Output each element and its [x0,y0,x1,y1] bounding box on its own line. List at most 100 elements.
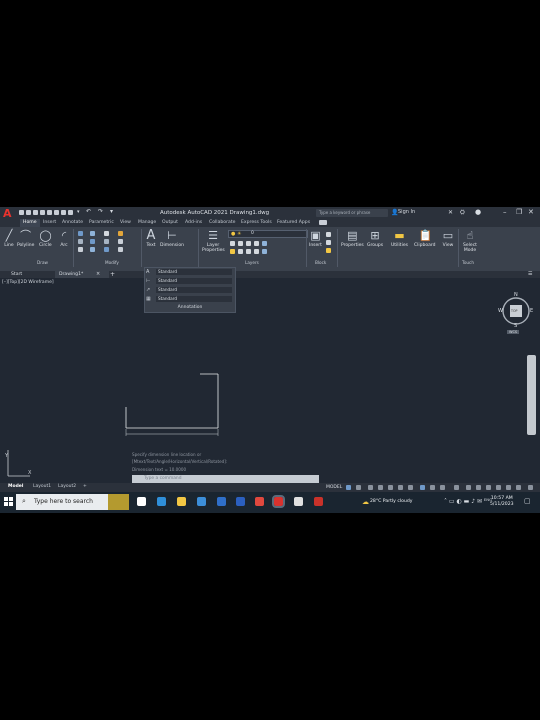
text-style-row[interactable]: A Standard [146,269,232,276]
create-block-icon[interactable] [326,232,331,237]
chrome-icon[interactable] [255,497,264,506]
circle-tool[interactable]: ◯ Circle [39,230,52,249]
dimension-tool[interactable]: ⊢ Dimension [160,230,184,249]
autocad-logo-icon[interactable]: A [3,208,13,219]
rotate-icon[interactable] [90,231,95,236]
insert-tool[interactable]: ▣ Insert [309,230,322,249]
redo-icon[interactable]: ↷ [98,208,103,215]
compass-west[interactable]: W [498,308,503,314]
text-style-value[interactable]: Standard [156,269,232,275]
edge-icon[interactable] [157,497,166,506]
object-snap-icon[interactable] [408,485,413,490]
windows-start-icon[interactable] [4,497,13,506]
word-icon[interactable] [236,497,245,506]
tab-layout2[interactable]: Layout2 [58,484,76,489]
graphics-performance-icon[interactable] [516,485,521,490]
scale-icon[interactable] [90,247,95,252]
help-icon[interactable]: ⛭ [460,209,465,217]
lock-ui-icon[interactable] [496,485,501,490]
offset-icon[interactable] [118,247,123,252]
more-icon[interactable]: ▾ [110,208,113,215]
object-snap-tracking-icon[interactable] [398,485,403,490]
autocad-taskbar-icon[interactable] [272,495,285,508]
share-icon[interactable] [68,210,73,215]
layer-tool-icon[interactable] [254,241,259,246]
line-tool[interactable]: ╱ Line [3,230,15,249]
layer-tool-icon[interactable] [246,249,251,254]
restore-button[interactable]: ❐ [516,208,522,216]
undo-icon[interactable]: ↶ [86,208,91,215]
sign-in-button[interactable]: Sign In [398,209,415,215]
annotation-panel-title[interactable]: Annotation [145,304,235,311]
layer-dropdown[interactable]: ● ☀ 0 [228,230,308,238]
tab-layout1[interactable]: Layout1 [33,484,51,489]
touch-group-label[interactable]: Touch [462,260,474,265]
layer-tool-icon[interactable] [262,249,267,254]
layer-tool-icon[interactable] [238,249,243,254]
tab-output[interactable]: Output [162,220,178,225]
isodraft-icon[interactable] [388,485,393,490]
select-mode-tool[interactable]: ☝ Select Mode [461,230,479,254]
grid-icon[interactable] [346,485,351,490]
viewport-controls-label[interactable]: [–][Top][2D Wireframe] [2,280,54,285]
tab-home[interactable]: Home [20,219,40,227]
erase-icon[interactable] [118,231,123,236]
new-layout-button[interactable]: + [83,484,87,489]
multileader-style-value[interactable]: Standard [156,287,232,293]
stretch-icon[interactable] [78,247,83,252]
new-file-icon[interactable] [19,210,24,215]
help-circle-icon[interactable]: ● [475,208,481,216]
utilities-tool[interactable]: ▬ Utilities [391,230,408,249]
table-style-value[interactable]: Standard [156,296,232,302]
tab-view[interactable]: View [120,220,131,225]
taskbar-clock[interactable]: 10:57 AM 5/11/2023 [490,496,514,508]
copy-icon[interactable] [78,239,83,244]
ribbon-toggle-icon[interactable] [319,220,327,225]
wcs-menu[interactable]: WCS [507,330,520,334]
print-icon[interactable] [61,210,66,215]
taskbar-search-box[interactable]: ⌕ Type here to search [16,494,129,510]
edit-block-icon[interactable] [326,240,331,245]
compass-east[interactable]: E [530,308,533,314]
command-line-input[interactable]: Type a command [132,475,319,483]
weather-widget[interactable]: 28°C Partly cloudy [370,499,413,504]
text-tool[interactable]: A Text [145,229,157,248]
attribute-icon[interactable] [326,248,331,253]
drawing-canvas[interactable]: Y X [0,278,540,483]
layer-tool-icon[interactable] [246,241,251,246]
tab-start[interactable]: Start [7,271,51,278]
new-tab-icon[interactable]: + [110,271,115,278]
arc-tool[interactable]: ◜ Arc [58,230,70,249]
mirror-icon[interactable] [90,239,95,244]
auto-scale-icon[interactable] [430,485,435,490]
tab-insert[interactable]: Insert [43,220,56,225]
keyword-search-input[interactable]: Type a keyword or phrase [316,209,388,217]
layer-properties-tool[interactable]: ☰ Layer Properties [202,230,225,254]
trim-icon[interactable] [104,231,109,236]
workspace-switch-icon[interactable] [454,485,459,490]
tab-express-tools[interactable]: Express Tools [241,220,272,225]
web-mobile-icon[interactable] [47,210,52,215]
groups-tool[interactable]: ⊞ Groups [367,230,383,249]
block-group-label[interactable]: Block [315,260,326,265]
tab-manage[interactable]: Manage [138,220,156,225]
workspace-dropdown-icon[interactable]: ▾ [77,209,80,215]
annotation-scale-icon[interactable] [440,485,445,490]
layer-tool-icon[interactable] [262,241,267,246]
tab-add-ins[interactable]: Add-ins [185,220,202,225]
view-tool[interactable]: ▭ View [442,230,454,249]
array-icon[interactable] [104,247,109,252]
save-icon[interactable] [33,210,38,215]
tab-annotate[interactable]: Annotate [62,220,83,225]
isolate-objects-icon[interactable] [506,485,511,490]
modify-group-label[interactable]: Modify [105,260,119,265]
tab-drawing1[interactable]: Drawing1* [55,271,109,278]
viewcube[interactable]: N S E W TOP WCS [496,292,536,335]
customization-icon[interactable] [528,485,533,490]
quick-properties-icon[interactable] [486,485,491,490]
save-as-icon[interactable] [40,210,45,215]
table-style-row[interactable]: ▦ Standard [146,296,232,303]
model-space-toggle[interactable]: MODEL [326,485,342,490]
compass-north[interactable]: N [514,292,518,298]
viewcube-top-face[interactable]: TOP [511,309,517,313]
